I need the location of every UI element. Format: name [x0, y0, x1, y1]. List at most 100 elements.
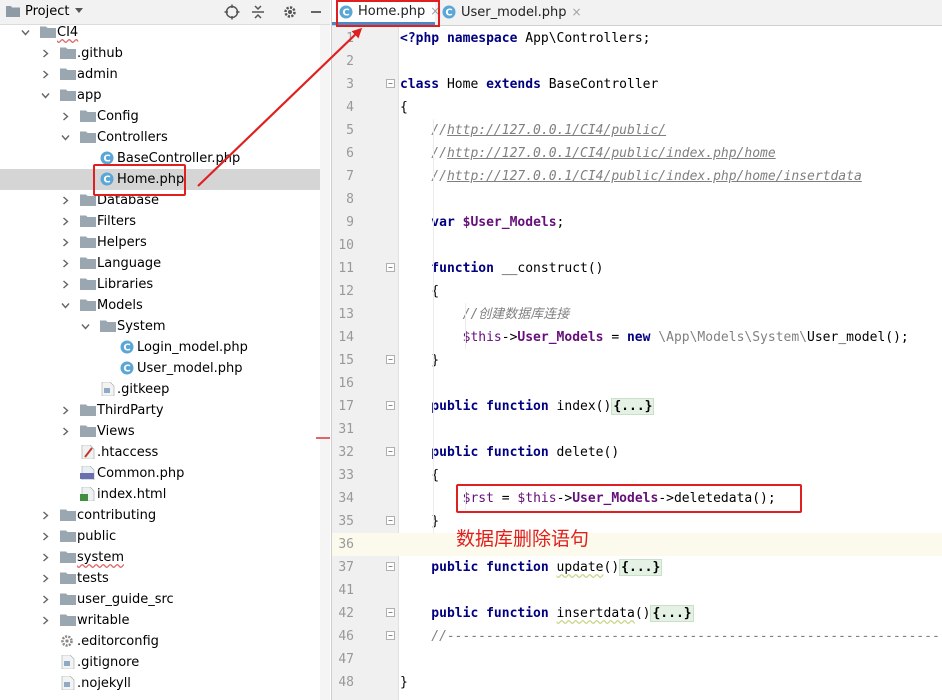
chevron-right-icon[interactable] — [41, 595, 50, 604]
code-line[interactable]: 8 — [332, 188, 942, 211]
code-line[interactable]: 47 — [332, 648, 942, 671]
tree-folder-item[interactable]: user_guide_src — [0, 589, 330, 610]
chevron-right-icon[interactable] — [61, 112, 70, 121]
code-line[interactable]: 16 — [332, 372, 942, 395]
editor-tab[interactable]: C User_model.php × — [435, 0, 582, 25]
chevron-right-icon[interactable] — [61, 427, 70, 436]
code-line[interactable]: 31 — [332, 418, 942, 441]
code-line[interactable]: 46 //-----------------------------------… — [332, 625, 942, 648]
code-line[interactable]: 15 } — [332, 349, 942, 372]
tree-folder-item[interactable]: Models — [0, 295, 330, 316]
chevron-right-icon[interactable] — [61, 238, 70, 247]
tree-folder-item[interactable]: system — [0, 547, 330, 568]
fold-toggle-icon[interactable] — [386, 401, 395, 410]
chevron-down-icon[interactable] — [61, 301, 70, 310]
comment-url[interactable]: http://127.0.0.1/CI4/public/index.php/ho… — [447, 169, 862, 184]
code-line[interactable]: 3 class Home extends BaseController — [332, 73, 942, 96]
chevron-down-icon[interactable] — [81, 322, 90, 331]
code-line[interactable]: 10 — [332, 234, 942, 257]
tree-folder-item[interactable]: System — [0, 316, 330, 337]
code-line[interactable]: 11 function __construct() — [332, 257, 942, 280]
code-line[interactable]: 5 //http://127.0.0.1/CI4/public/ — [332, 119, 942, 142]
tree-file-item[interactable]: .htaccess — [0, 442, 330, 463]
tree-scrollbar[interactable] — [320, 25, 330, 700]
close-icon[interactable]: × — [572, 5, 582, 19]
chevron-right-icon[interactable] — [41, 616, 50, 625]
chevron-right-icon[interactable] — [41, 532, 50, 541]
code-line[interactable]: 2 — [332, 50, 942, 73]
tree-file-item[interactable]: .nojekyll — [0, 673, 330, 694]
fold-toggle-icon[interactable] — [386, 516, 395, 525]
folded-code-region[interactable]: {...} — [650, 605, 694, 622]
code-line[interactable]: 6 //http://127.0.0.1/CI4/public/index.ph… — [332, 142, 942, 165]
chevron-down-icon[interactable] — [21, 28, 30, 37]
chevron-right-icon[interactable] — [61, 280, 70, 289]
code-line[interactable]: 9 var $User_Models; — [332, 211, 942, 234]
tree-folder-item[interactable]: Controllers — [0, 127, 330, 148]
code-line[interactable]: 12 { — [332, 280, 942, 303]
code-line[interactable]: 7 //http://127.0.0.1/CI4/public/index.ph… — [332, 165, 942, 188]
code-line[interactable]: 42 public function insertdata() {...} — [332, 602, 942, 625]
chevron-right-icon[interactable] — [61, 196, 70, 205]
chevron-down-icon[interactable] — [61, 133, 70, 142]
tree-folder-item[interactable]: contributing — [0, 505, 330, 526]
code-line[interactable]: 13 //创建数据库连接 — [332, 303, 942, 326]
tree-folder-item[interactable]: app — [0, 85, 330, 106]
chevron-right-icon[interactable] — [41, 511, 50, 520]
project-view-selector[interactable]: Project — [6, 4, 84, 19]
fold-toggle-icon[interactable] — [386, 79, 395, 88]
comment-url[interactable]: http://127.0.0.1/CI4/public/index.php/ho… — [447, 146, 776, 161]
folded-code-region[interactable]: {...} — [619, 559, 663, 576]
code-line[interactable]: 32 public function delete() — [332, 441, 942, 464]
code-line[interactable]: 35 } — [332, 510, 942, 533]
code-line[interactable]: 4{ — [332, 96, 942, 119]
collapse-all-icon[interactable] — [250, 4, 266, 20]
chevron-right-icon[interactable] — [41, 70, 50, 79]
tree-folder-item[interactable]: Language — [0, 253, 330, 274]
tree-file-item[interactable]: .gitignore — [0, 652, 330, 673]
code-line[interactable]: 1 <?php namespace App\Controllers; — [332, 27, 942, 50]
tree-folder-item[interactable]: ThirdParty — [0, 400, 330, 421]
tree-folder-item[interactable]: Helpers — [0, 232, 330, 253]
tree-folder-item[interactable]: Views — [0, 421, 330, 442]
code-line[interactable]: 17 public function index() {...} — [332, 395, 942, 418]
tree-file-item[interactable]: .gitkeep — [0, 379, 330, 400]
chevron-right-icon[interactable] — [41, 574, 50, 583]
chevron-right-icon[interactable] — [61, 217, 70, 226]
code-line[interactable]: 48} — [332, 671, 942, 694]
tree-file-item[interactable]: C Login_model.php — [0, 337, 330, 358]
tree-folder-item[interactable]: Filters — [0, 211, 330, 232]
tree-file-item[interactable]: C User_model.php — [0, 358, 330, 379]
tree-folder-item[interactable]: writable — [0, 610, 330, 631]
tree-folder-item[interactable]: Libraries — [0, 274, 330, 295]
tree-folder-item[interactable]: public — [0, 526, 330, 547]
tree-folder-item[interactable]: admin — [0, 64, 330, 85]
fold-toggle-icon[interactable] — [386, 355, 395, 364]
tree-folder-item[interactable]: CI4 — [0, 22, 330, 43]
tree-folder-item[interactable]: Config — [0, 106, 330, 127]
folded-code-region[interactable]: {...} — [611, 398, 655, 415]
code-line[interactable]: 36 — [332, 533, 942, 556]
code-line[interactable]: 14 $this->User_Models = new \App\Models\… — [332, 326, 942, 349]
chevron-down-icon[interactable] — [41, 91, 50, 100]
tree-file-item[interactable]: index.html — [0, 484, 330, 505]
chevron-right-icon[interactable] — [41, 553, 50, 562]
tree-file-item[interactable]: .editorconfig — [0, 631, 330, 652]
locate-icon[interactable] — [224, 4, 240, 20]
minimize-icon[interactable] — [308, 4, 324, 20]
fold-toggle-icon[interactable] — [386, 562, 395, 571]
chevron-right-icon[interactable] — [61, 259, 70, 268]
chevron-right-icon[interactable] — [61, 406, 70, 415]
fold-toggle-icon[interactable] — [386, 263, 395, 272]
code-line[interactable]: 41 — [332, 579, 942, 602]
comment-url[interactable]: http://127.0.0.1/CI4/public/ — [447, 123, 666, 138]
code-line[interactable]: 37 public function update() {...} — [332, 556, 942, 579]
fold-toggle-icon[interactable] — [386, 631, 395, 640]
gear-icon[interactable] — [282, 4, 298, 20]
fold-toggle-icon[interactable] — [386, 447, 395, 456]
chevron-right-icon[interactable] — [41, 49, 50, 58]
tree-folder-item[interactable]: .github — [0, 43, 330, 64]
tree-folder-item[interactable]: tests — [0, 568, 330, 589]
tree-file-item[interactable]: Common.php — [0, 463, 330, 484]
fold-toggle-icon[interactable] — [386, 608, 395, 617]
